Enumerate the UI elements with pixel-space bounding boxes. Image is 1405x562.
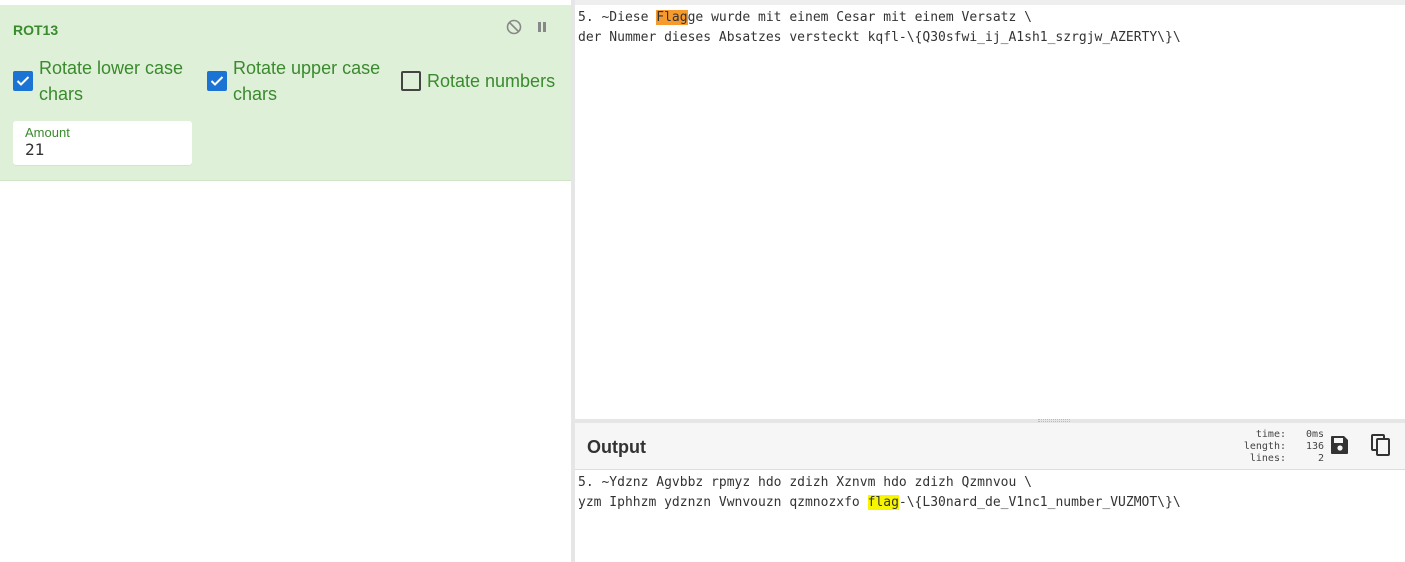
- check-icon: [16, 76, 30, 86]
- output-text[interactable]: 5. ~Ydznz Agvbbz rpmyz hdo zdizh Xznvm h…: [578, 473, 1181, 513]
- amount-value[interactable]: 21: [25, 140, 44, 159]
- disable-icon[interactable]: [505, 18, 523, 36]
- output-header: Output time: 0ms length: 136 lines: 2: [575, 423, 1405, 470]
- input-line-2: der Nummer dieses Absatzes versteckt kqf…: [578, 30, 1181, 45]
- output-stats: time: 0ms length: 136 lines: 2: [1243, 429, 1324, 464]
- input-text[interactable]: 5. ~Diese Flagge wurde mit einem Cesar m…: [578, 8, 1181, 48]
- rotate-lower-checkbox[interactable]: [13, 71, 33, 91]
- output-title: Output: [587, 437, 646, 457]
- copy-icon[interactable]: [1369, 433, 1393, 457]
- input-line-1: 5. ~Diese Flagge wurde mit einem Cesar m…: [578, 10, 1032, 25]
- rotate-upper-checkbox[interactable]: [207, 71, 227, 91]
- recipe-pane: ROT13 Rotate lower case chars Rotate upp…: [0, 0, 571, 562]
- rotate-upper-label: Rotate upper case chars: [233, 58, 381, 104]
- operation-rot13: ROT13 Rotate lower case chars Rotate upp…: [0, 5, 571, 181]
- output-highlight: flag: [867, 495, 899, 510]
- amount-field[interactable]: Amount 21: [13, 121, 192, 165]
- output-line-1: 5. ~Ydznz Agvbbz rpmyz hdo zdizh Xznvm h…: [578, 475, 1032, 490]
- rotate-numbers-option[interactable]: Rotate numbers: [401, 68, 555, 94]
- save-icon[interactable]: [1328, 433, 1352, 457]
- operation-title: ROT13: [13, 22, 59, 38]
- rotate-lower-option[interactable]: Rotate lower case chars: [13, 55, 183, 107]
- check-icon: [210, 76, 224, 86]
- output-pane[interactable]: 5. ~Ydznz Agvbbz rpmyz hdo zdizh Xznvm h…: [575, 470, 1405, 562]
- rotate-upper-option[interactable]: Rotate upper case chars: [207, 55, 380, 107]
- pause-icon[interactable]: [533, 18, 551, 36]
- amount-label: Amount: [25, 125, 70, 140]
- input-pane[interactable]: 5. ~Diese Flagge wurde mit einem Cesar m…: [575, 0, 1405, 419]
- rotate-lower-label: Rotate lower case chars: [39, 58, 184, 104]
- output-line-2: yzm Iphhzm ydznzn Vwnvouzn qzmnozxfo fla…: [578, 495, 1181, 510]
- resize-grip[interactable]: [1038, 419, 1070, 422]
- input-highlight: Flag: [656, 10, 688, 25]
- rotate-numbers-checkbox[interactable]: [401, 71, 421, 91]
- rotate-numbers-label: Rotate numbers: [427, 71, 556, 91]
